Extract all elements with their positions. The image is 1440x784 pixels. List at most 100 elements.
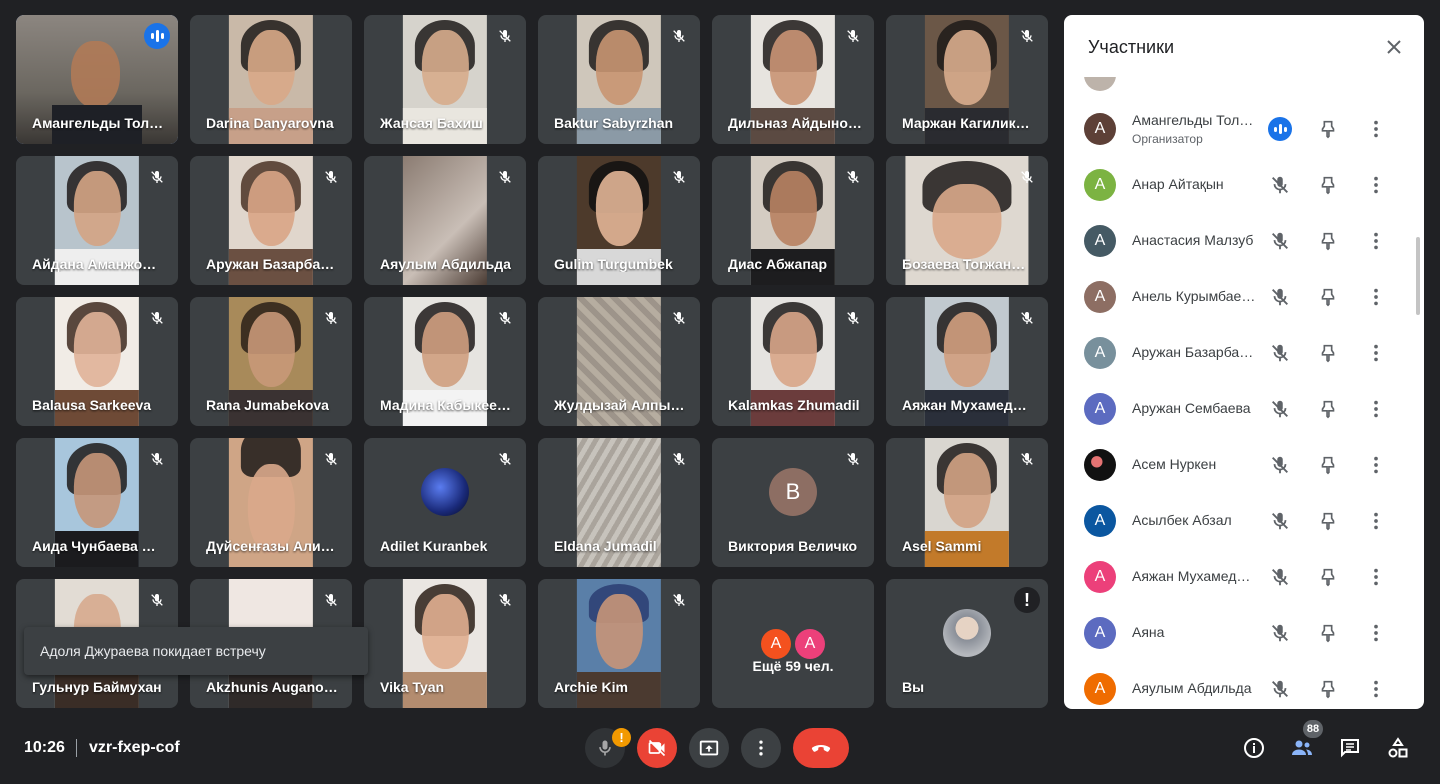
participant-tile[interactable]: Бозаева Тогжан…	[886, 156, 1048, 285]
muted-mic-icon[interactable]	[1268, 173, 1292, 197]
muted-mic-icon[interactable]	[1268, 453, 1292, 477]
muted-mic-icon[interactable]	[1268, 677, 1292, 701]
more-participants-tile[interactable]: A A Ещё 59 чел.	[712, 579, 874, 708]
more-options-icon[interactable]	[1364, 285, 1388, 309]
info-icon[interactable]	[1242, 736, 1266, 760]
pin-icon[interactable]	[1316, 621, 1340, 645]
meeting-code[interactable]: vzr-fxep-cof	[89, 739, 180, 757]
muted-mic-icon[interactable]	[1268, 285, 1292, 309]
participant-tile[interactable]: Амангельды Тол…	[16, 15, 178, 144]
participant-tile[interactable]: Baktur Sabyrzhan	[538, 15, 700, 144]
participants-panel: Участники A Амангельды Тол… Организатор A Ан…	[1064, 15, 1424, 709]
activities-icon[interactable]	[1386, 736, 1410, 760]
avatar: A	[1084, 505, 1116, 537]
participant-row[interactable]: A Аяулым Абдильда	[1064, 661, 1424, 709]
participants-list[interactable]: A Амангельды Тол… Организатор A Анар Айтақын…	[1064, 77, 1424, 709]
participant-row[interactable]: Асем Нуркен	[1064, 437, 1424, 493]
muted-mic-icon[interactable]	[1268, 341, 1292, 365]
participant-name: Darina Danyarovna	[206, 115, 334, 131]
muted-mic-icon	[494, 589, 516, 611]
participant-tile[interactable]: Balausa Sarkeeva	[16, 297, 178, 426]
panel-header: Участники	[1064, 15, 1424, 77]
avatar: В	[769, 468, 817, 517]
participant-row[interactable]: A Аяжан Мухамед…	[1064, 549, 1424, 605]
participant-tile[interactable]: Archie Kim	[538, 579, 700, 708]
participant-tile[interactable]: Rana Jumabekova	[190, 297, 352, 426]
participant-row[interactable]: A Анастасия Малзуб	[1064, 213, 1424, 269]
participant-name: Rana Jumabekova	[206, 397, 329, 413]
participant-row[interactable]: A Амангельды Тол… Организатор	[1064, 101, 1424, 157]
participant-tile[interactable]: В Виктория Величко	[712, 438, 874, 567]
participant-tile[interactable]: Аяжан Мухамед…	[886, 297, 1048, 426]
participant-tile[interactable]: Asel Sammi	[886, 438, 1048, 567]
participant-tile[interactable]: Eldana Jumadil	[538, 438, 700, 567]
muted-mic-icon[interactable]	[1268, 397, 1292, 421]
more-options-icon[interactable]	[1364, 229, 1388, 253]
participant-tile[interactable]: Gulim Turgumbek	[538, 156, 700, 285]
more-options-icon[interactable]	[1364, 565, 1388, 589]
avatar: A	[1084, 225, 1116, 257]
pin-icon[interactable]	[1316, 173, 1340, 197]
participant-tile[interactable]: Жулдызай Алпы…	[538, 297, 700, 426]
participant-tile[interactable]: Мадина Кабыкее…	[364, 297, 526, 426]
muted-mic-icon	[842, 307, 864, 329]
pin-icon[interactable]	[1316, 229, 1340, 253]
more-options-icon[interactable]	[1364, 117, 1388, 141]
pin-icon[interactable]	[1316, 341, 1340, 365]
pin-icon[interactable]	[1316, 285, 1340, 309]
muted-mic-icon[interactable]	[1268, 565, 1292, 589]
chat-icon[interactable]	[1338, 736, 1362, 760]
participant-row[interactable]: A Аружан Базарба…	[1064, 325, 1424, 381]
self-tile[interactable]: ! Вы	[886, 579, 1048, 708]
participant-row[interactable]: A Аружан Сембаева	[1064, 381, 1424, 437]
more-options-icon[interactable]	[1364, 677, 1388, 701]
participant-tile[interactable]: Vika Tyan	[364, 579, 526, 708]
more-options-icon[interactable]	[1364, 397, 1388, 421]
participant-row[interactable]: A Анар Айтақын	[1064, 157, 1424, 213]
participant-tile[interactable]: Маржан Кагилик…	[886, 15, 1048, 144]
more-options-button[interactable]	[741, 728, 781, 768]
pin-icon[interactable]	[1316, 397, 1340, 421]
more-options-icon[interactable]	[1364, 509, 1388, 533]
participant-row[interactable]: A Асылбек Абзал	[1064, 493, 1424, 549]
camera-off-button[interactable]	[637, 728, 677, 768]
pin-icon[interactable]	[1316, 453, 1340, 477]
end-call-button[interactable]	[793, 728, 849, 768]
pin-icon[interactable]	[1316, 565, 1340, 589]
participant-tile[interactable]: Аружан Базарба…	[190, 156, 352, 285]
muted-mic-icon[interactable]	[1268, 621, 1292, 645]
participant-name: Аяулым Абдильда	[380, 256, 511, 272]
more-options-icon[interactable]	[1364, 173, 1388, 197]
participant-tile[interactable]: Kalamkas Zhumadil	[712, 297, 874, 426]
more-options-icon[interactable]	[1364, 453, 1388, 477]
muted-mic-icon[interactable]	[1268, 229, 1292, 253]
pin-icon[interactable]	[1316, 677, 1340, 701]
pin-icon[interactable]	[1316, 117, 1340, 141]
muted-mic-icon[interactable]	[1268, 509, 1292, 533]
alert-icon[interactable]: !	[1014, 587, 1040, 613]
participant-name: Аяжан Мухамед…	[1132, 568, 1251, 584]
participant-tile[interactable]: Аяулым Абдильда	[364, 156, 526, 285]
participant-tile[interactable]: Дильназ Айдыно…	[712, 15, 874, 144]
participant-name: Kalamkas Zhumadil	[728, 397, 860, 413]
participant-tile[interactable]: Аида Чунбаева …	[16, 438, 178, 567]
people-icon[interactable]	[1290, 736, 1314, 760]
participant-tile[interactable]: Диас Абжапар	[712, 156, 874, 285]
close-icon[interactable]	[1382, 35, 1406, 59]
muted-mic-icon	[842, 448, 864, 470]
participant-tile[interactable]: Darina Danyarovna	[190, 15, 352, 144]
muted-mic-icon	[320, 307, 342, 329]
participant-tile[interactable]: Айдана Аманжо…	[16, 156, 178, 285]
participant-row[interactable]: A Анель Курымбае…	[1064, 269, 1424, 325]
muted-mic-icon	[842, 166, 864, 188]
more-options-icon[interactable]	[1364, 341, 1388, 365]
participant-tile[interactable]: Adilet Kuranbek	[364, 438, 526, 567]
participant-row[interactable]: A Аяна	[1064, 605, 1424, 661]
pin-icon[interactable]	[1316, 509, 1340, 533]
more-options-icon[interactable]	[1364, 621, 1388, 645]
present-screen-button[interactable]	[689, 728, 729, 768]
participant-tile[interactable]: Жансая Бахиш	[364, 15, 526, 144]
muted-mic-icon	[146, 166, 168, 188]
muted-mic-icon	[1016, 307, 1038, 329]
participant-tile[interactable]: Дүйсенғазы Али…	[190, 438, 352, 567]
